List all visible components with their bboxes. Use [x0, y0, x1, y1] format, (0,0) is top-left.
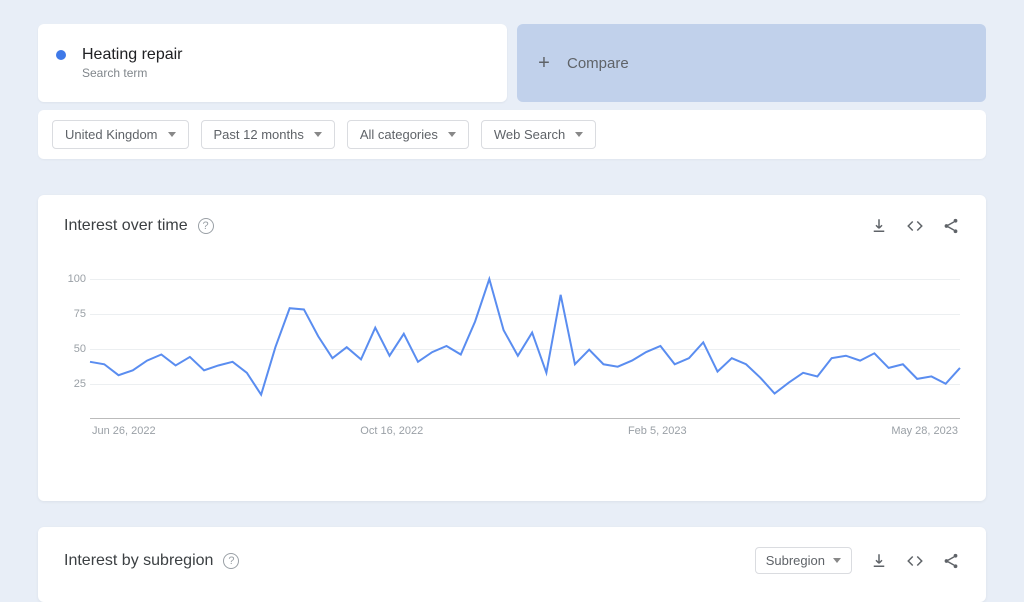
x-tick-label: Feb 5, 2023 — [628, 425, 687, 437]
line-chart-svg — [90, 279, 960, 401]
x-axis-labels: Jun 26, 2022 Oct 16, 2022 Feb 5, 2023 May 2… — [90, 425, 960, 437]
x-tick-label: May 28, 2023 — [891, 425, 958, 437]
filter-region[interactable]: United Kingdom — [52, 120, 189, 149]
filter-type-label: Web Search — [494, 127, 565, 142]
chart-area: 100755025 Jun 26, 2022Oct 16, 2022Feb 5,… — [64, 279, 960, 469]
download-icon[interactable] — [870, 552, 888, 570]
y-tick-label: 50 — [74, 343, 86, 355]
filter-time[interactable]: Past 12 months — [201, 120, 335, 149]
search-compare-row: Heating repair Search term + Compare — [38, 0, 986, 102]
x-tick-label: Oct 16, 2022 — [360, 425, 423, 437]
share-icon[interactable] — [942, 552, 960, 570]
panel-title-text: Interest by subregion — [64, 552, 213, 570]
subregion-dropdown[interactable]: Subregion — [755, 547, 852, 574]
filter-region-label: United Kingdom — [65, 127, 158, 142]
chevron-down-icon — [833, 558, 841, 563]
download-icon[interactable] — [870, 217, 888, 235]
compare-label: Compare — [567, 55, 629, 72]
filter-search-type[interactable]: Web Search — [481, 120, 596, 149]
compare-button[interactable]: + Compare — [517, 24, 986, 102]
panel-title-text: Interest over time — [64, 217, 188, 235]
share-icon[interactable] — [942, 217, 960, 235]
y-tick-label: 75 — [74, 308, 86, 320]
panel-title: Interest over time ? — [64, 217, 214, 235]
filter-bar: United Kingdom Past 12 months All catego… — [38, 110, 986, 159]
chevron-down-icon — [168, 132, 176, 137]
plus-icon: + — [535, 52, 553, 75]
help-icon[interactable]: ? — [223, 553, 239, 569]
y-axis-labels: 100755025 — [64, 279, 90, 439]
search-term-card[interactable]: Heating repair Search term — [38, 24, 507, 102]
filter-category-label: All categories — [360, 127, 438, 142]
panel-title: Interest by subregion ? — [64, 552, 239, 570]
help-icon[interactable]: ? — [198, 218, 214, 234]
chevron-down-icon — [314, 132, 322, 137]
chart-plot[interactable] — [90, 279, 960, 419]
y-tick-label: 100 — [68, 273, 86, 285]
chevron-down-icon — [575, 132, 583, 137]
y-tick-label: 25 — [74, 378, 86, 390]
filter-time-label: Past 12 months — [214, 127, 304, 142]
embed-icon[interactable] — [906, 552, 924, 570]
subregion-dropdown-label: Subregion — [766, 553, 825, 568]
series-color-dot — [56, 50, 66, 60]
x-tick-label: Jun 26, 2022 — [92, 425, 156, 437]
interest-by-subregion-panel: Interest by subregion ? Subregion — [38, 527, 986, 602]
filter-category[interactable]: All categories — [347, 120, 469, 149]
search-term-subtitle: Search term — [82, 66, 183, 80]
search-term-text: Heating repair — [82, 46, 183, 64]
chevron-down-icon — [448, 132, 456, 137]
interest-over-time-panel: Interest over time ? 100755025 Jun 26, — [38, 195, 986, 501]
embed-icon[interactable] — [906, 217, 924, 235]
